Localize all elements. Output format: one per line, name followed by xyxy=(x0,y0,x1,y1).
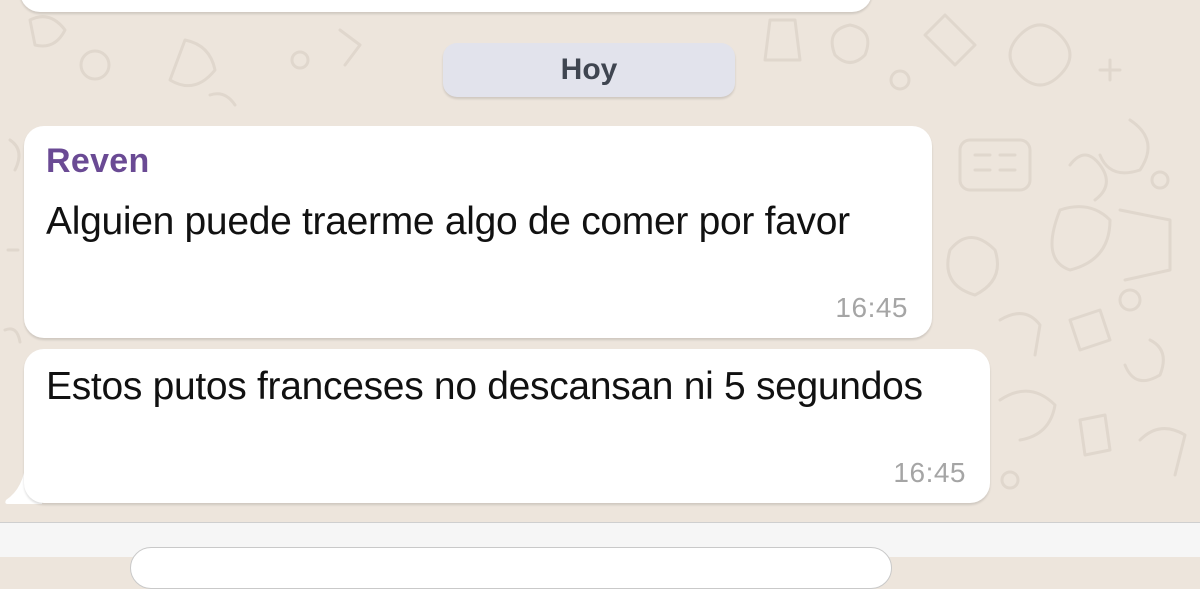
message-text: Estos putos franceses no descansan ni 5 … xyxy=(46,365,923,408)
message-bubble[interactable]: Estos putos franceses no descansan ni 5 … xyxy=(24,349,990,503)
message-text: Alguien puede traerme algo de comer por … xyxy=(46,200,850,243)
message-timestamp: 16:45 xyxy=(835,292,908,323)
date-divider: Hoy xyxy=(443,43,735,97)
message-bubble[interactable]: Reven Alguien puede traerme algo de come… xyxy=(24,126,932,338)
message-input-bar xyxy=(0,522,1200,589)
sender-name[interactable]: Reven xyxy=(46,142,150,181)
message-input-field[interactable] xyxy=(130,547,892,589)
message-timestamp: 16:45 xyxy=(893,457,966,488)
previous-message-bubble[interactable] xyxy=(20,0,872,12)
